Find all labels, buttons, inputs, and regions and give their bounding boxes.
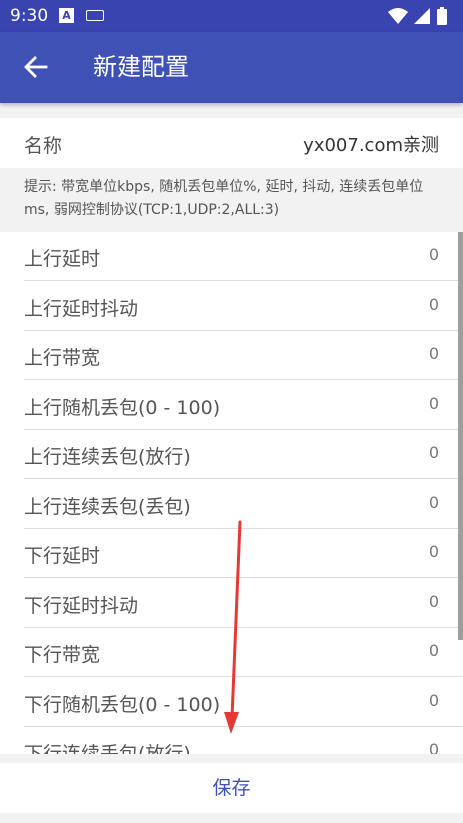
status-bar: 9:30 A [0, 0, 463, 32]
row-downlink-burst-pass[interactable]: 下行连续丢包(放行) 0 [0, 727, 463, 754]
status-time: 9:30 [10, 6, 49, 26]
back-button[interactable] [14, 45, 58, 89]
row-downlink-delay[interactable]: 下行延时 0 [0, 529, 463, 578]
battery-icon [437, 7, 447, 25]
row-value[interactable]: 0 [429, 542, 439, 561]
row-label: 上行连续丢包(放行) [24, 446, 191, 468]
save-bar: 保存 [0, 763, 463, 813]
row-value[interactable]: 0 [429, 641, 439, 660]
arrow-left-icon [24, 56, 48, 78]
row-downlink-random-loss[interactable]: 下行随机丢包(0 - 100) 0 [0, 678, 463, 727]
row-label: 下行连续丢包(放行) [24, 743, 191, 754]
row-value[interactable]: 0 [429, 740, 439, 754]
row-label: 上行连续丢包(丢包) [24, 495, 191, 518]
row-uplink-bandwidth[interactable]: 上行带宽 0 [0, 331, 463, 380]
row-label: 上行随机丢包(0 - 100) [24, 396, 221, 419]
row-label: 下行延时抖动 [24, 594, 139, 617]
name-field[interactable]: 名称 yx007.com亲测 [0, 118, 463, 168]
row-uplink-burst-drop[interactable]: 上行连续丢包(丢包) 0 [0, 480, 463, 529]
status-right-icons [387, 6, 455, 30]
row-label: 下行随机丢包(0 - 100) [24, 693, 221, 716]
scrollbar[interactable] [458, 232, 463, 640]
row-value[interactable]: 0 [429, 592, 439, 611]
row-uplink-delay[interactable]: 上行延时 0 [0, 232, 463, 281]
row-uplink-random-loss[interactable]: 上行随机丢包(0 - 100) 0 [0, 381, 463, 430]
row-downlink-jitter[interactable]: 下行延时抖动 0 [0, 579, 463, 628]
row-label: 上行延时抖动 [24, 297, 139, 320]
row-value[interactable]: 0 [429, 691, 439, 710]
row-downlink-bandwidth[interactable]: 下行带宽 0 [0, 628, 463, 677]
row-label: 下行带宽 [24, 644, 101, 666]
app-bar: 新建配置 [0, 32, 463, 103]
row-value[interactable]: 0 [429, 245, 439, 264]
row-label: 上行延时 [24, 248, 101, 270]
row-uplink-burst-pass[interactable]: 上行连续丢包(放行) 0 [0, 430, 463, 479]
row-value[interactable]: 0 [429, 493, 439, 512]
name-label: 名称 [24, 135, 63, 157]
row-value[interactable]: 0 [429, 394, 439, 413]
row-uplink-jitter[interactable]: 上行延时抖动 0 [0, 282, 463, 331]
hint-text: 提示: 带宽单位kbps, 随机丢包单位%, 延时, 抖动, 连续丢包单位ms,… [24, 179, 424, 218]
row-value[interactable]: 0 [429, 443, 439, 462]
name-value[interactable]: yx007.com亲测 [303, 131, 439, 157]
row-label: 下行延时 [24, 545, 101, 567]
row-value[interactable]: 0 [429, 344, 439, 363]
wifi-icon [388, 8, 408, 24]
save-button[interactable]: 保存 [0, 763, 463, 813]
keyboard-icon [86, 10, 104, 21]
page-title: 新建配置 [93, 53, 189, 81]
row-value[interactable]: 0 [429, 295, 439, 314]
signal-icon [414, 8, 430, 24]
a-notification-icon: A [59, 8, 74, 23]
settings-list[interactable]: 上行延时 0 上行延时抖动 0 上行带宽 0 上行随机丢包(0 - 100) 0… [0, 232, 463, 754]
row-label: 上行带宽 [24, 347, 101, 369]
